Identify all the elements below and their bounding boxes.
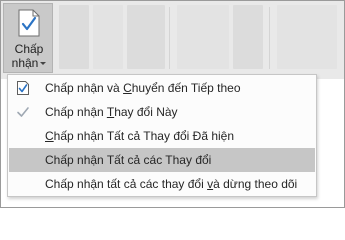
accept-button-label-line1: Chấp bbox=[14, 42, 44, 56]
menu-item-label: Chấp nhận Thay đổi Này bbox=[45, 105, 178, 119]
menu-item-label: Chấp nhận và Chuyển đến Tiếp theo bbox=[45, 81, 241, 95]
menu-item-accept-this-change[interactable]: Chấp nhận Thay đổi Này bbox=[9, 100, 315, 124]
document-check-icon bbox=[17, 81, 29, 95]
ribbon-ghost-button bbox=[127, 5, 165, 69]
menu-item-label: Chấp nhận tất cả các thay đổi và dừng th… bbox=[45, 177, 298, 191]
accept-button-label-line2: nhận bbox=[4, 56, 54, 70]
ribbon: Chấp nhận bbox=[1, 1, 344, 79]
accept-dropdown-menu: Chấp nhận và Chuyển đến Tiếp theo Chấp n… bbox=[7, 74, 317, 197]
ribbon-separator bbox=[269, 7, 270, 69]
menu-item-accept-all-changes[interactable]: Chấp nhận Tất cả các Thay đổi bbox=[9, 148, 315, 172]
ribbon-ghost-button bbox=[93, 5, 123, 69]
menu-item-accept-all-shown-changes[interactable]: Chấp nhận Tất cả Thay đổi Đã hiện bbox=[9, 124, 315, 148]
ribbon-ghost-button bbox=[233, 5, 263, 69]
accept-button[interactable]: Chấp nhận bbox=[3, 3, 53, 73]
menu-item-accept-all-and-stop-tracking[interactable]: Chấp nhận tất cả các thay đổi và dừng th… bbox=[9, 172, 315, 196]
ribbon-ghost-button bbox=[59, 5, 89, 69]
ribbon-ghost-button bbox=[177, 5, 229, 69]
menu-item-accept-and-move-next[interactable]: Chấp nhận và Chuyển đến Tiếp theo bbox=[9, 76, 315, 100]
menu-item-label: Chấp nhận Tất cả Thay đổi Đã hiện bbox=[45, 129, 235, 143]
window-frame: Chấp nhận Chấp nhận và Chuyển đến Tiếp t… bbox=[0, 0, 345, 208]
ribbon-separator bbox=[169, 7, 170, 69]
document-check-icon bbox=[18, 9, 40, 37]
menu-item-label: Chấp nhận Tất cả các Thay đổi bbox=[45, 153, 212, 167]
ribbon-ghost-button bbox=[277, 5, 337, 69]
check-icon bbox=[17, 107, 29, 117]
dropdown-caret-icon bbox=[40, 62, 47, 66]
